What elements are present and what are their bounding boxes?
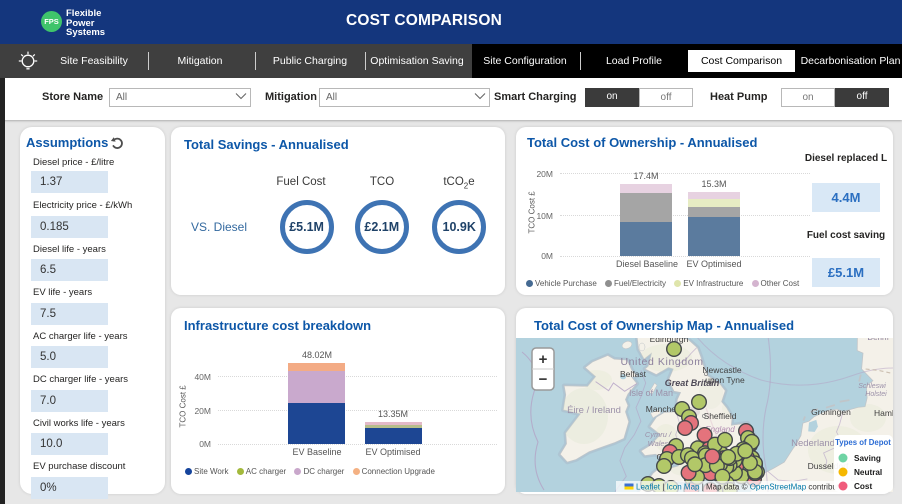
svg-text:Belfast: Belfast bbox=[620, 369, 647, 379]
svg-text:Nederland: Nederland bbox=[791, 438, 835, 449]
svg-text:Holstei: Holstei bbox=[865, 391, 887, 398]
svg-text:Saving: Saving bbox=[854, 454, 881, 463]
svg-text:−: − bbox=[539, 371, 548, 388]
svg-text:Schleswi: Schleswi bbox=[858, 383, 886, 390]
svg-text:Éire / Ireland: Éire / Ireland bbox=[567, 405, 621, 416]
svg-text:Newcastle: Newcastle bbox=[702, 365, 741, 375]
svg-text:Groningen: Groningen bbox=[811, 407, 851, 417]
svg-text:Hamburg: Hamburg bbox=[874, 408, 893, 418]
svg-text:Denm: Denm bbox=[867, 338, 889, 342]
svg-text:Cost: Cost bbox=[854, 482, 872, 491]
svg-text:Neutral: Neutral bbox=[854, 468, 882, 477]
svg-text:United Kingdom: United Kingdom bbox=[620, 356, 703, 368]
svg-text:Great Britain: Great Britain bbox=[665, 378, 720, 388]
svg-text:Leaflet | Icon Map | Map data: Leaflet | Icon Map | Map data © OpenStre… bbox=[636, 483, 844, 492]
svg-text:Types of Depot: Types of Depot bbox=[835, 438, 891, 447]
svg-text:Cymru /: Cymru / bbox=[645, 430, 672, 439]
svg-text:+: + bbox=[539, 351, 548, 368]
svg-text:Isle of Man: Isle of Man bbox=[629, 388, 673, 398]
svg-text:Sheffield: Sheffield bbox=[704, 411, 737, 421]
